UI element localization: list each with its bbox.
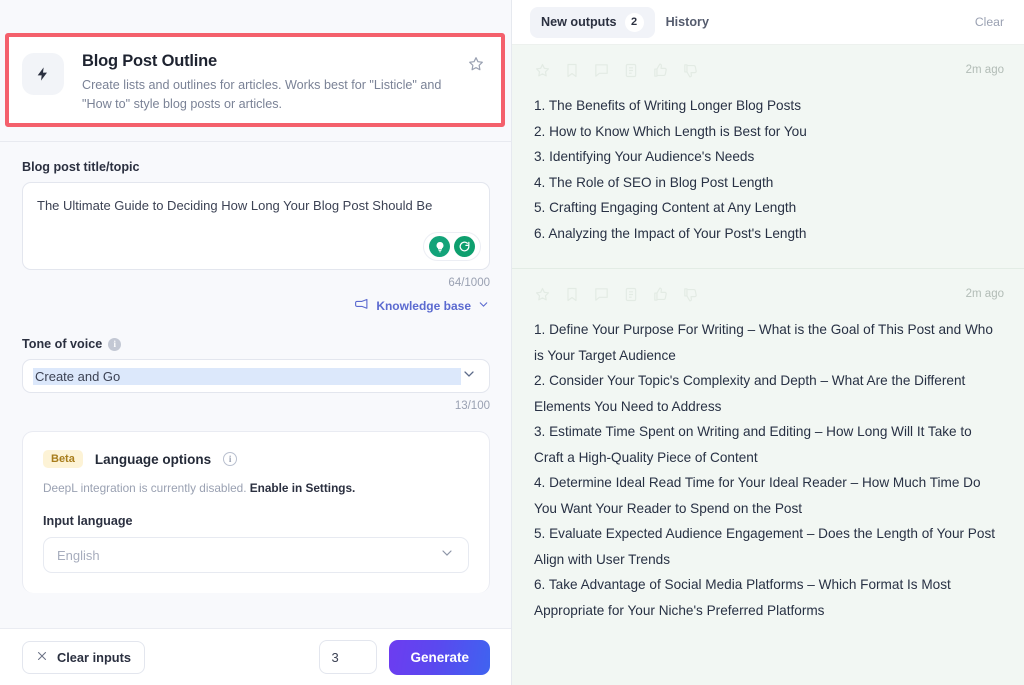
action-bar-right: 3 Generate <box>319 640 490 675</box>
tone-of-voice-value: Create and Go <box>33 368 461 385</box>
bookmark-icon[interactable] <box>564 286 580 303</box>
megaphone-icon <box>355 298 370 314</box>
output-count-input[interactable]: 3 <box>319 640 377 674</box>
chevron-down-icon <box>477 298 490 314</box>
page-title: Blog Post Outline <box>82 51 467 71</box>
thumbs-up-icon[interactable] <box>652 62 669 79</box>
deepl-status-note: DeepL integration is currently disabled.… <box>43 481 469 495</box>
generate-button[interactable]: Generate <box>389 640 490 675</box>
copy-icon[interactable] <box>623 286 639 303</box>
language-options-title: Language options <box>95 452 211 467</box>
panel-divider <box>511 0 512 685</box>
tone-of-voice-select[interactable]: Create and Go <box>22 359 490 393</box>
output-line: 3. Identifying Your Audience's Needs <box>534 144 1004 170</box>
thumbs-down-icon[interactable] <box>682 286 699 303</box>
output-card: 2m ago 1. Define Your Purpose For Writin… <box>512 268 1024 645</box>
tool-input-panel: Blog Post Outline Create lists and outli… <box>0 0 512 685</box>
textarea-action-group <box>423 232 481 261</box>
enable-in-settings-link[interactable]: Enable in Settings. <box>250 481 356 495</box>
output-timestamp: 2m ago <box>966 288 1004 300</box>
tab-history[interactable]: History <box>655 9 720 35</box>
info-icon[interactable]: i <box>108 338 121 351</box>
deepl-note-text: DeepL integration is currently disabled. <box>43 481 250 495</box>
lightning-bolt-icon <box>22 53 64 95</box>
input-language-value: English <box>57 548 439 563</box>
section-divider <box>0 141 512 142</box>
tab-history-label: History <box>666 15 709 29</box>
star-outline-icon[interactable] <box>467 55 485 73</box>
output-line: 1. Define Your Purpose For Writing – Wha… <box>534 317 1004 368</box>
title-textarea-value: The Ultimate Guide to Deciding How Long … <box>37 196 475 215</box>
tone-char-counter: 13/100 <box>0 400 490 412</box>
outputs-panel: New outputs 2 History Clear 2m ago <box>512 0 1024 685</box>
star-icon[interactable] <box>534 286 551 303</box>
lightbulb-icon[interactable] <box>429 236 450 257</box>
thumbs-up-icon[interactable] <box>652 286 669 303</box>
title-char-counter: 64/1000 <box>0 277 490 289</box>
output-timestamp: 2m ago <box>966 64 1004 76</box>
tab-new-outputs-count: 2 <box>625 13 644 32</box>
title-field-label: Blog post title/topic <box>22 160 512 174</box>
knowledge-base-toggle[interactable]: Knowledge base <box>0 298 490 314</box>
clear-outputs-link[interactable]: Clear <box>975 15 1004 29</box>
language-options-card: Beta Language options i DeepL integratio… <box>22 431 490 593</box>
output-count-value: 3 <box>331 650 338 665</box>
close-x-icon <box>36 650 48 665</box>
bookmark-icon[interactable] <box>564 62 580 79</box>
star-icon[interactable] <box>534 62 551 79</box>
language-options-header: Beta Language options i <box>43 450 469 468</box>
output-line: 1. The Benefits of Writing Longer Blog P… <box>534 93 1004 119</box>
input-language-label: Input language <box>43 514 469 528</box>
output-line: 5. Crafting Engaging Content at Any Leng… <box>534 195 1004 221</box>
tone-field-label: Tone of voice i <box>22 337 512 351</box>
comment-icon[interactable] <box>593 286 610 303</box>
knowledge-base-label: Knowledge base <box>376 299 471 313</box>
status-badge: Beta <box>43 450 83 468</box>
output-line: 3. Estimate Time Spent on Writing and Ed… <box>534 419 1004 470</box>
output-line: 6. Take Advantage of Social Media Platfo… <box>534 572 1004 623</box>
tab-new-outputs-label: New outputs <box>541 15 617 29</box>
output-toolbar: 2m ago <box>534 283 1004 305</box>
tool-description: Create lists and outlines for articles. … <box>82 76 467 113</box>
title-textarea[interactable]: The Ultimate Guide to Deciding How Long … <box>22 182 490 270</box>
copy-icon[interactable] <box>623 62 639 79</box>
output-card: 2m ago 1. The Benefits of Writing Longer… <box>512 45 1024 268</box>
output-line: 5. Evaluate Expected Audience Engagement… <box>534 521 1004 572</box>
outputs-header: New outputs 2 History Clear <box>512 0 1024 45</box>
tab-new-outputs[interactable]: New outputs 2 <box>530 7 655 38</box>
output-line: 4. The Role of SEO in Blog Post Length <box>534 170 1004 196</box>
output-line: 6. Analyzing the Impact of Your Post's L… <box>534 221 1004 247</box>
thumbs-down-icon[interactable] <box>682 62 699 79</box>
chevron-down-icon <box>461 366 477 387</box>
app-root: Blog Post Outline Create lists and outli… <box>0 0 1024 685</box>
output-toolbar: 2m ago <box>534 59 1004 81</box>
refresh-icon[interactable] <box>454 236 475 257</box>
output-line: 4. Determine Ideal Read Time for Your Id… <box>534 470 1004 521</box>
outputs-list: 2m ago 1. The Benefits of Writing Longer… <box>512 45 1024 685</box>
tool-header: Blog Post Outline Create lists and outli… <box>9 37 501 123</box>
chevron-down-icon <box>439 545 455 566</box>
comment-icon[interactable] <box>593 62 610 79</box>
action-bar: Clear inputs 3 Generate <box>0 628 512 685</box>
input-language-select[interactable]: English <box>43 537 469 573</box>
output-line: 2. Consider Your Topic's Complexity and … <box>534 368 1004 419</box>
info-icon[interactable]: i <box>223 452 237 466</box>
output-line: 2. How to Know Which Length is Best for … <box>534 119 1004 145</box>
clear-inputs-label: Clear inputs <box>57 650 131 665</box>
clear-inputs-button[interactable]: Clear inputs <box>22 641 145 674</box>
input-form: Blog post title/topic The Ultimate Guide… <box>0 160 512 593</box>
